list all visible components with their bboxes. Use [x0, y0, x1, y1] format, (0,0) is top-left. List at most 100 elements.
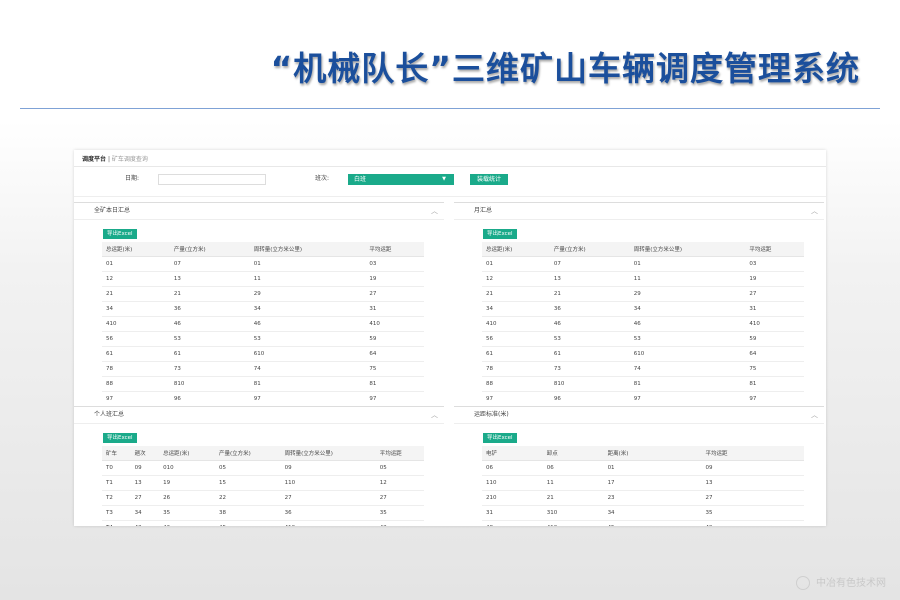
table-row: T442464541042 — [102, 520, 424, 526]
table-cell: 01 — [482, 256, 550, 272]
column-header[interactable]: 平均运距 — [701, 446, 804, 461]
table-cell: 78 — [102, 361, 170, 377]
query-button[interactable]: 装载统计 — [470, 174, 508, 185]
chevron-up-icon[interactable]: ︿ — [431, 407, 438, 423]
breadcrumb-sub: 矿车调度查询 — [111, 156, 148, 163]
table-cell: 49 — [701, 520, 804, 526]
table-row: 61 61 610 64 — [482, 346, 804, 362]
table-cell: 110 — [280, 475, 376, 491]
panel-0: 全矿本日汇总 ︿ 导出Excel 总运距(米) 产量(立方米) 周转量(立方米公里) 平均运… — [74, 202, 444, 407]
column-header[interactable]: 产量(立方米) — [549, 242, 630, 257]
table-cell: 81 — [745, 376, 804, 392]
data-table: 总运距(米) 产量(立方米) 周转量(立方米公里) 平均运距 01 07 01 03 12 13 1… — [102, 242, 424, 407]
table-row: 34 36 34 31 — [482, 301, 804, 317]
table-cell: 310 — [542, 505, 604, 521]
column-header[interactable]: 产量(立方米) — [169, 242, 250, 257]
table-cell: 07 — [169, 256, 250, 272]
chevron-up-icon[interactable]: ︿ — [431, 203, 438, 219]
table-cell: 03 — [365, 256, 424, 272]
table-cell: T4 — [102, 520, 131, 526]
table-cell: 07 — [549, 256, 630, 272]
table-cell: 73 — [169, 361, 250, 377]
data-table: 矿车 趟次 总运距(米) 产量(立方米) 周转量(立方米公里) 平均运距 T0 09 010 05… — [102, 446, 424, 526]
table-cell: 96 — [169, 391, 250, 407]
table-cell: 610 — [629, 346, 746, 362]
table-row: 56 53 53 59 — [102, 331, 424, 347]
table-cell: 09 — [701, 460, 804, 476]
table-cell: 36 — [280, 505, 376, 521]
table-row: 31 310 34 35 — [482, 505, 804, 521]
table-cell: 45 — [215, 520, 281, 526]
table-cell: 210 — [482, 490, 543, 506]
panel-title: 全矿本日汇总 — [94, 207, 131, 214]
column-header[interactable]: 周转量(立方米公里) — [249, 242, 366, 257]
table-cell: 46 — [159, 520, 215, 526]
table-cell: 01 — [629, 256, 746, 272]
table-row: 88 810 81 81 — [102, 376, 424, 392]
table-cell: 45 — [603, 520, 702, 526]
export-excel-button[interactable]: 导出Excel — [483, 229, 517, 239]
table-cell: T2 — [102, 490, 131, 506]
shift-select[interactable]: 白班 ▼ — [348, 174, 454, 185]
table-cell: 48 — [482, 520, 543, 526]
table-cell: 22 — [215, 490, 281, 506]
table-cell: 81 — [629, 376, 746, 392]
column-header[interactable]: 趟次 — [130, 446, 160, 461]
column-header[interactable]: 平均运距 — [365, 242, 424, 257]
column-header[interactable]: 平均运距 — [375, 446, 424, 461]
table-cell: 27 — [130, 490, 160, 506]
column-header[interactable]: 总运距(米) — [102, 242, 170, 257]
breadcrumb-main[interactable]: 调度平台 — [82, 156, 106, 163]
column-header[interactable]: 总运距(米) — [159, 446, 215, 461]
column-header[interactable]: 卸点 — [542, 446, 604, 461]
table-cell: 46 — [169, 316, 250, 332]
table-cell: 75 — [365, 361, 424, 377]
export-excel-button[interactable]: 导出Excel — [103, 433, 137, 443]
column-header[interactable]: 产量(立方米) — [215, 446, 281, 461]
table-cell: 56 — [102, 331, 170, 347]
table-cell: 21 — [549, 286, 630, 302]
table-cell: 810 — [549, 376, 630, 392]
table-cell: 05 — [375, 460, 424, 476]
table-cell: 88 — [102, 376, 170, 392]
table-cell: 35 — [701, 505, 804, 521]
table-cell: 34 — [130, 505, 160, 521]
column-header[interactable]: 周转量(立方米公里) — [629, 242, 746, 257]
column-header[interactable]: 总运距(米) — [482, 242, 550, 257]
table-cell: 35 — [375, 505, 424, 521]
table-cell: 61 — [549, 346, 630, 362]
slide-title: “机械队长”三维矿山车辆调度管理系统 — [270, 49, 860, 88]
table-cell: 34 — [629, 301, 746, 317]
date-input[interactable] — [158, 174, 266, 185]
table-row: 97 96 97 97 — [102, 391, 424, 407]
filter-divider — [74, 196, 826, 197]
table-cell: 110 — [482, 475, 543, 491]
table-cell: 61 — [102, 346, 170, 362]
column-header[interactable]: 平均运距 — [745, 242, 804, 257]
table-row: 01 07 01 03 — [482, 256, 804, 272]
table-cell: 64 — [745, 346, 804, 362]
chevron-up-icon[interactable]: ︿ — [811, 203, 818, 219]
table-row: 01 07 01 03 — [102, 256, 424, 272]
table-cell: 46 — [549, 316, 630, 332]
panel-header: 月汇总 ︿ — [454, 202, 824, 220]
column-header[interactable]: 周转量(立方米公里) — [280, 446, 376, 461]
column-header[interactable]: 距离(米) — [603, 446, 702, 461]
table-cell: 46 — [629, 316, 746, 332]
export-excel-button[interactable]: 导出Excel — [103, 229, 137, 239]
table-row: 410 46 46 410 — [102, 316, 424, 332]
table-row: 410 46 46 410 — [482, 316, 804, 332]
column-header[interactable]: 矿车 — [102, 446, 131, 461]
export-excel-button[interactable]: 导出Excel — [483, 433, 517, 443]
table-cell: 05 — [215, 460, 281, 476]
table-cell: 12 — [482, 271, 550, 287]
chevron-up-icon[interactable]: ︿ — [811, 407, 818, 423]
panel-title: 个人班汇总 — [94, 411, 125, 418]
table-row: T1 13 19 15 110 12 — [102, 475, 424, 491]
column-header[interactable]: 电铲 — [482, 446, 543, 461]
table-cell: 97 — [745, 391, 804, 407]
table-cell: T0 — [102, 460, 131, 476]
breadcrumb-separator: | — [107, 156, 110, 163]
panel-3: 运距标准(米) ︿ 导出Excel 电铲 卸点 距离(米) 平均运距 06 06 01 09 110 1… — [454, 406, 824, 526]
table-cell: 53 — [169, 331, 250, 347]
